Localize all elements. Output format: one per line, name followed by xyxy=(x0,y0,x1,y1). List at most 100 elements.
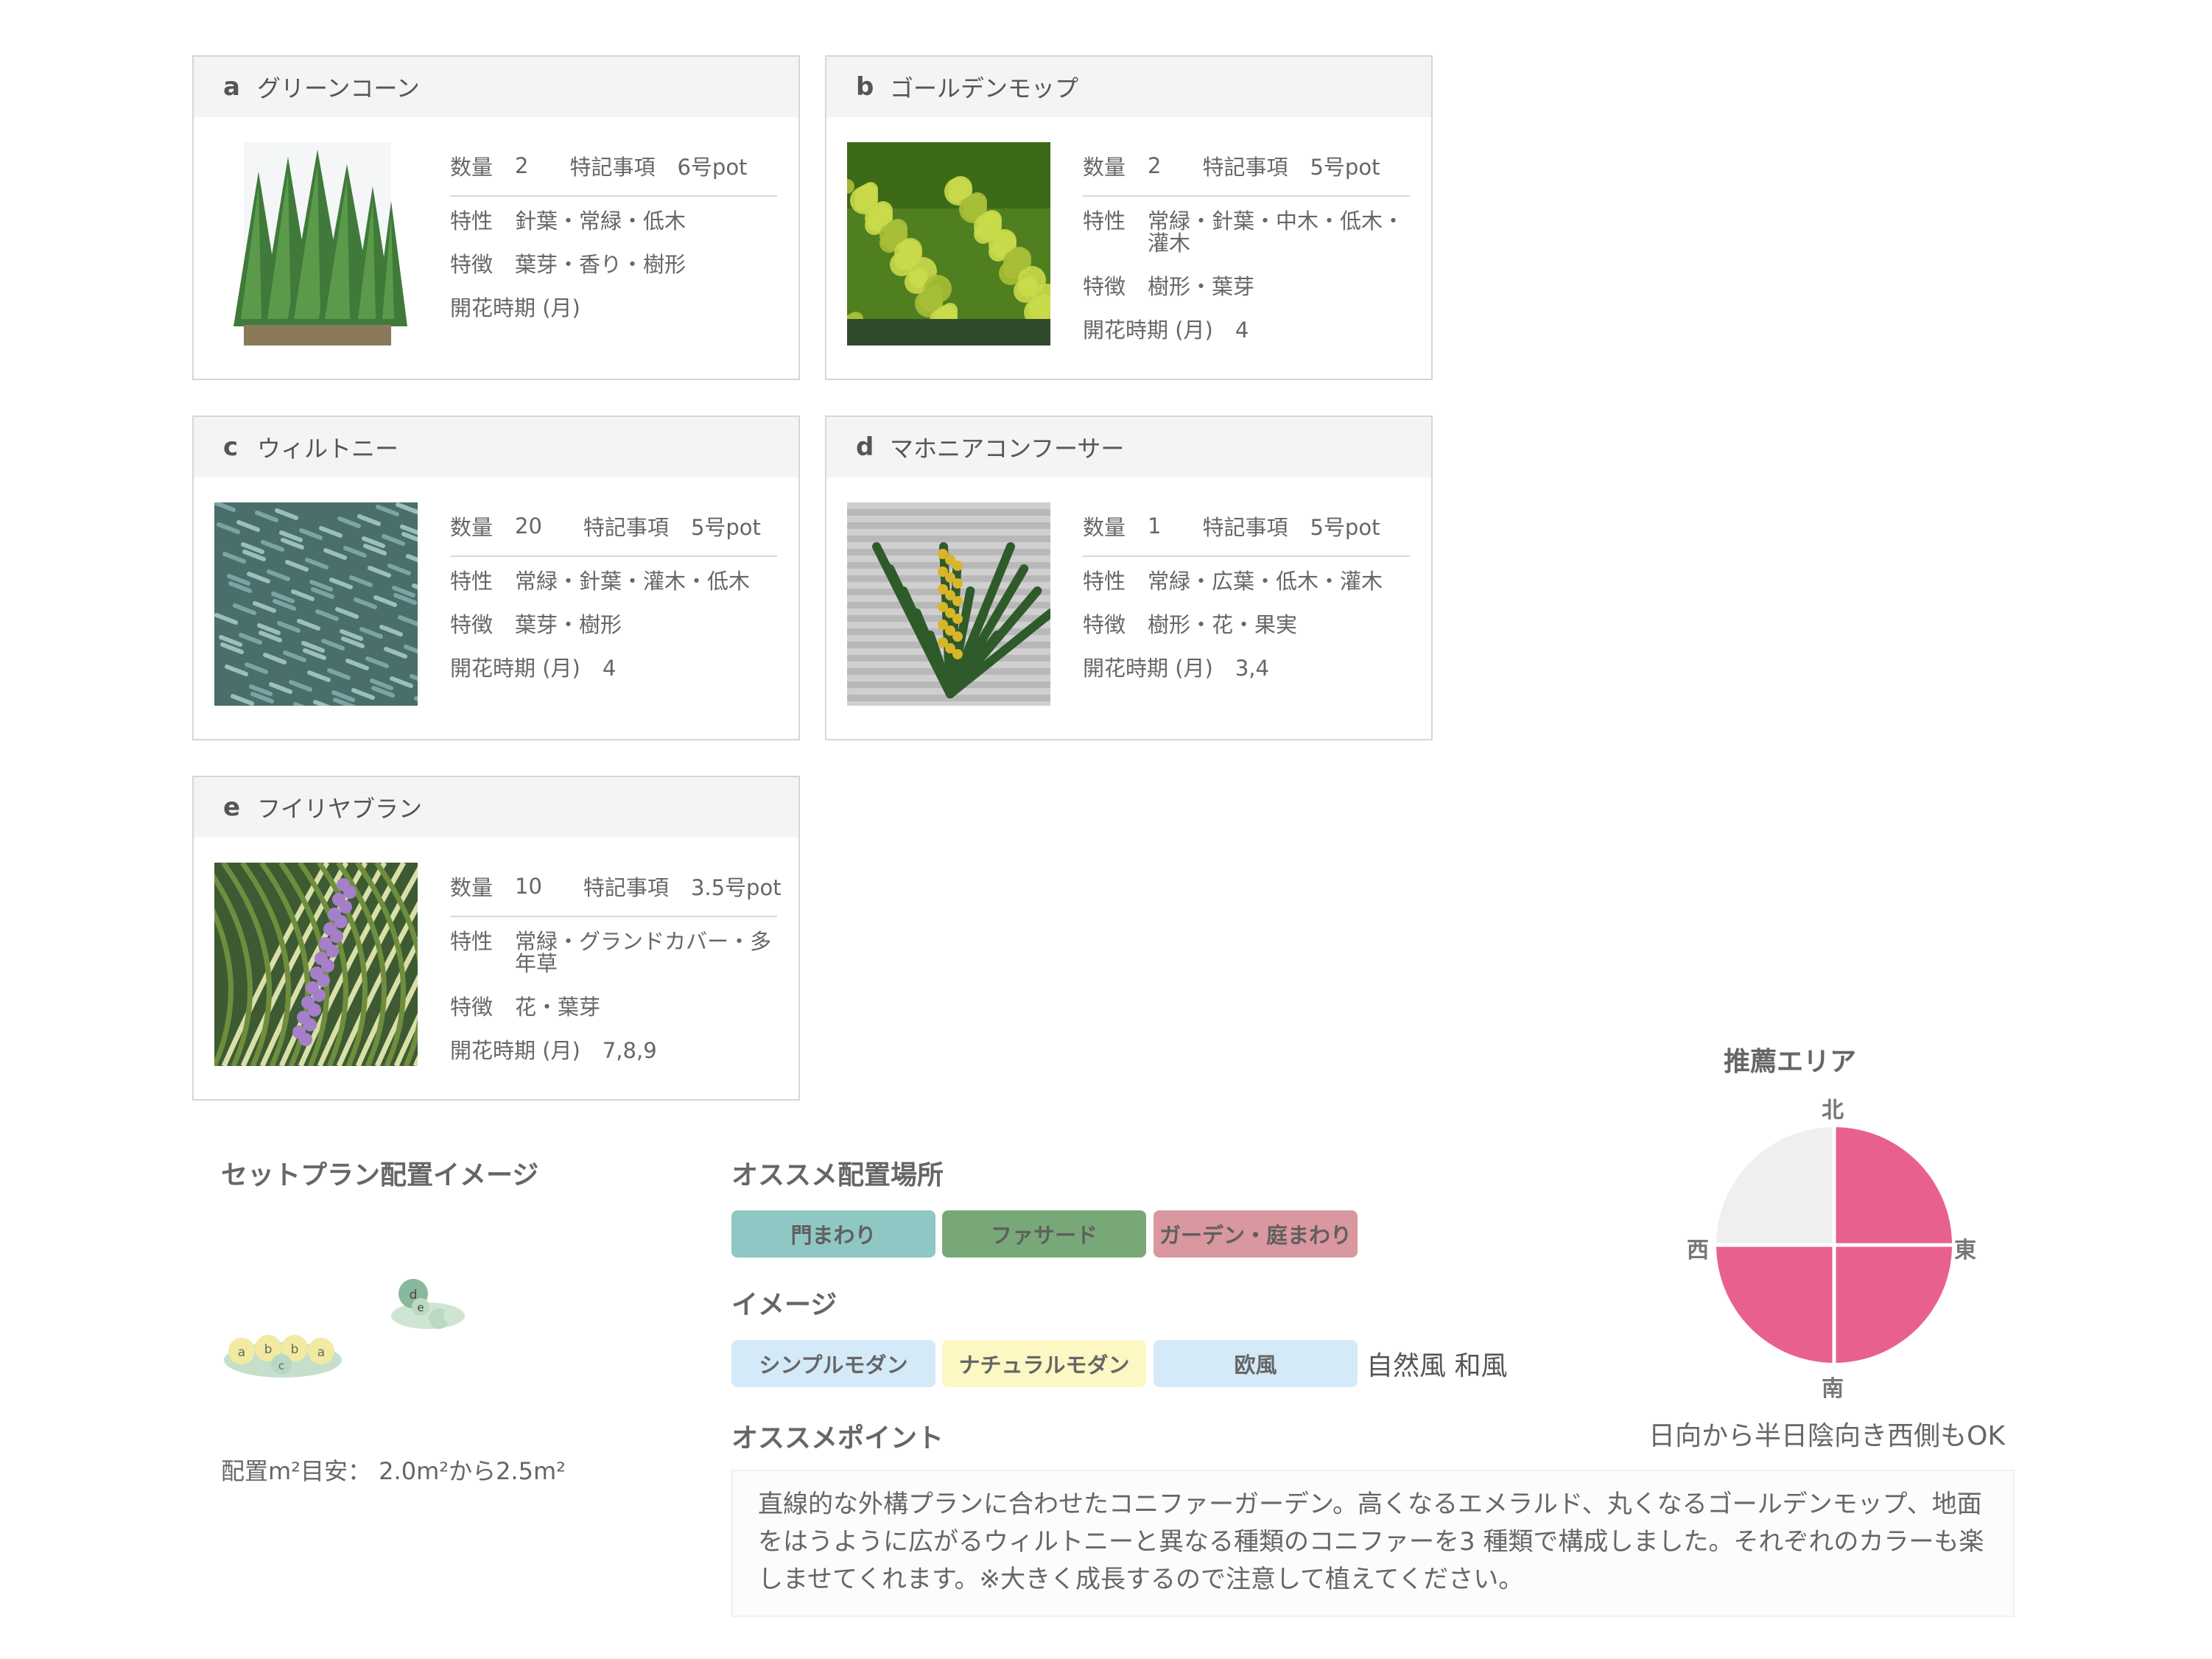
qty-value: 2 xyxy=(1148,153,1162,178)
mahonia-photo xyxy=(847,502,1050,706)
note-value: 5号pot xyxy=(1310,155,1380,180)
trait-label: 特性 xyxy=(1083,208,1126,234)
trait-value: 常緑・針葉・中木・低木・灌木 xyxy=(1148,208,1405,256)
card-plant-name: ゴールデンモップ xyxy=(890,74,1079,102)
area-quadrant-north-east xyxy=(1834,1127,1952,1245)
trait-value: 常緑・針葉・灌木・低木 xyxy=(515,569,751,594)
plant-card-d: d マホニアコンフーサー 数量 1 特記事項 5号pot 特性 常緑・広葉・低木… xyxy=(825,415,1433,740)
area-quadrant-south-west xyxy=(1716,1245,1834,1363)
qty-label: 数量 xyxy=(450,515,494,540)
trait-value: 常緑・広葉・低木・灌木 xyxy=(1148,569,1383,594)
layout-diagram: a b b a c d e xyxy=(224,1279,465,1378)
layout-label-a2: a xyxy=(317,1345,325,1360)
qty-value: 1 xyxy=(1148,513,1162,539)
card-plant-name: マホニアコンフーサー xyxy=(890,435,1125,463)
trait-value: 針葉・常緑・低木 xyxy=(515,208,687,234)
image-extra-styles: 自然風 和風 xyxy=(1366,1351,1508,1381)
note-label: 特記事項 xyxy=(1202,515,1288,540)
feature-value: 花・葉芽 xyxy=(515,995,601,1020)
placement-title: オススメ配置場所 xyxy=(731,1160,944,1190)
card-plant-name: グリーンコーン xyxy=(257,74,420,102)
layout-label-b1: b xyxy=(264,1342,273,1357)
qty-label: 数量 xyxy=(450,875,494,900)
card-divider xyxy=(1083,195,1410,197)
card-header: b ゴールデンモップ xyxy=(826,57,1431,117)
image-tag-european: 欧風 xyxy=(1154,1340,1358,1387)
layout-area-text: 配置m²目安： 2.0m²から2.5m² xyxy=(221,1457,566,1485)
liriope-photo xyxy=(214,863,418,1066)
card-letter: b xyxy=(856,72,874,102)
placement-tag-gate: 門まわり xyxy=(731,1210,935,1258)
feature-label: 特徴 xyxy=(1083,612,1126,637)
area-compass-chart xyxy=(1715,1126,1953,1364)
bloom-value: 4 xyxy=(602,656,617,681)
bloom-label: 開花時期 (月) xyxy=(450,1038,580,1063)
layout-image-title: セットプラン配置イメージ xyxy=(221,1160,539,1190)
note-label: 特記事項 xyxy=(1202,155,1288,180)
trait-label: 特性 xyxy=(450,569,494,594)
bloom-label: 開花時期 (月) xyxy=(450,295,580,320)
qty-value: 20 xyxy=(515,513,542,539)
feature-value: 樹形・葉芽 xyxy=(1148,274,1255,299)
card-divider xyxy=(1083,555,1410,557)
layout-label-a1: a xyxy=(238,1345,245,1360)
point-comment-box: 直線的な外構プランに合わせたコニファーガーデン。高くなるエメラルド、丸くなるゴー… xyxy=(731,1470,2015,1617)
note-label: 特記事項 xyxy=(569,155,656,180)
card-letter: e xyxy=(223,793,241,822)
note-label: 特記事項 xyxy=(583,875,669,900)
plant-card-c: c ウィルトニー 数量 20 特記事項 5号pot 特性 常緑・針葉・灌木・低木… xyxy=(192,415,800,740)
bloom-label: 開花時期 (月) xyxy=(1083,318,1213,343)
card-header: d マホニアコンフーサー xyxy=(826,417,1431,477)
bloom-value: 3,4 xyxy=(1235,656,1269,681)
image-title: イメージ xyxy=(731,1290,838,1320)
card-plant-name: ウィルトニー xyxy=(257,435,399,463)
placement-tag-garden: ガーデン・庭まわり xyxy=(1154,1210,1358,1258)
card-letter: d xyxy=(856,432,874,462)
plant-card-e: e フイリヤブラン 数量 10 特記事項 3.5号pot 特性 常緑・グランドカ… xyxy=(192,776,800,1101)
plant-card-b: b ゴールデンモップ 数量 2 特記事項 5号pot 特性 常緑・針葉・中木・低… xyxy=(825,55,1433,380)
placement-tag-facade: ファサード xyxy=(942,1210,1146,1258)
feature-label: 特徴 xyxy=(450,252,494,277)
card-divider xyxy=(450,916,777,917)
card-info: 数量 10 特記事項 3.5号pot 特性 常緑・グランドカバー・多年草 特徴 … xyxy=(450,867,782,1083)
note-value: 3.5号pot xyxy=(690,875,782,900)
plant-card-a: a グリーンコーン 数量 2 特記事項 6号pot 特性 針葉・常緑・低木 特徴… xyxy=(192,55,800,380)
card-header: e フイリヤブラン xyxy=(194,777,798,838)
bloom-value: 4 xyxy=(1235,318,1249,343)
card-divider xyxy=(450,195,777,197)
trait-label: 特性 xyxy=(450,208,494,234)
golden-mop-photo xyxy=(847,142,1050,346)
qty-label: 数量 xyxy=(450,155,494,180)
card-header: c ウィルトニー xyxy=(194,417,798,477)
card-info: 数量 2 特記事項 6号pot 特性 針葉・常緑・低木 特徴 葉芽・香り・樹形 … xyxy=(450,147,777,340)
conifer-trees-photo xyxy=(214,142,418,346)
layout-label-b2: b xyxy=(291,1342,299,1357)
bloom-label: 開花時期 (月) xyxy=(450,656,580,681)
area-quadrant-north-west xyxy=(1716,1127,1834,1245)
qty-label: 数量 xyxy=(1083,515,1126,540)
feature-label: 特徴 xyxy=(1083,274,1126,299)
bloom-label: 開花時期 (月) xyxy=(1083,656,1213,681)
qty-value: 10 xyxy=(515,874,542,899)
feature-label: 特徴 xyxy=(450,612,494,637)
trait-label: 特性 xyxy=(1083,569,1126,594)
point-text: 直線的な外構プランに合わせたコニファーガーデン。高くなるエメラルド、丸くなるゴー… xyxy=(758,1490,1984,1594)
card-info: 数量 1 特記事項 5号pot 特性 常緑・広葉・低木・灌木 特徴 樹形・花・果… xyxy=(1083,507,1410,701)
note-value: 5号pot xyxy=(690,515,761,540)
card-header: a グリーンコーン xyxy=(194,57,798,117)
bloom-value: 7,8,9 xyxy=(602,1038,657,1063)
card-letter: a xyxy=(223,72,240,102)
card-info: 数量 20 特記事項 5号pot 特性 常緑・針葉・灌木・低木 特徴 葉芽・樹形… xyxy=(450,507,777,701)
layout-label-c: c xyxy=(278,1359,284,1372)
layout-label-e: e xyxy=(417,1301,424,1314)
feature-value: 葉芽・樹形 xyxy=(515,612,622,637)
wiltonii-photo xyxy=(214,502,418,706)
point-title: オススメポイント xyxy=(731,1423,944,1453)
card-plant-name: フイリヤブラン xyxy=(257,795,423,823)
image-tag-simple-modern: シンプルモダン xyxy=(731,1340,935,1387)
qty-label: 数量 xyxy=(1083,155,1126,180)
area-south-label: 南 xyxy=(1822,1376,1844,1402)
area-west-label: 西 xyxy=(1687,1238,1709,1263)
area-quadrant-south-east xyxy=(1834,1245,1952,1363)
note-value: 5号pot xyxy=(1310,515,1380,540)
